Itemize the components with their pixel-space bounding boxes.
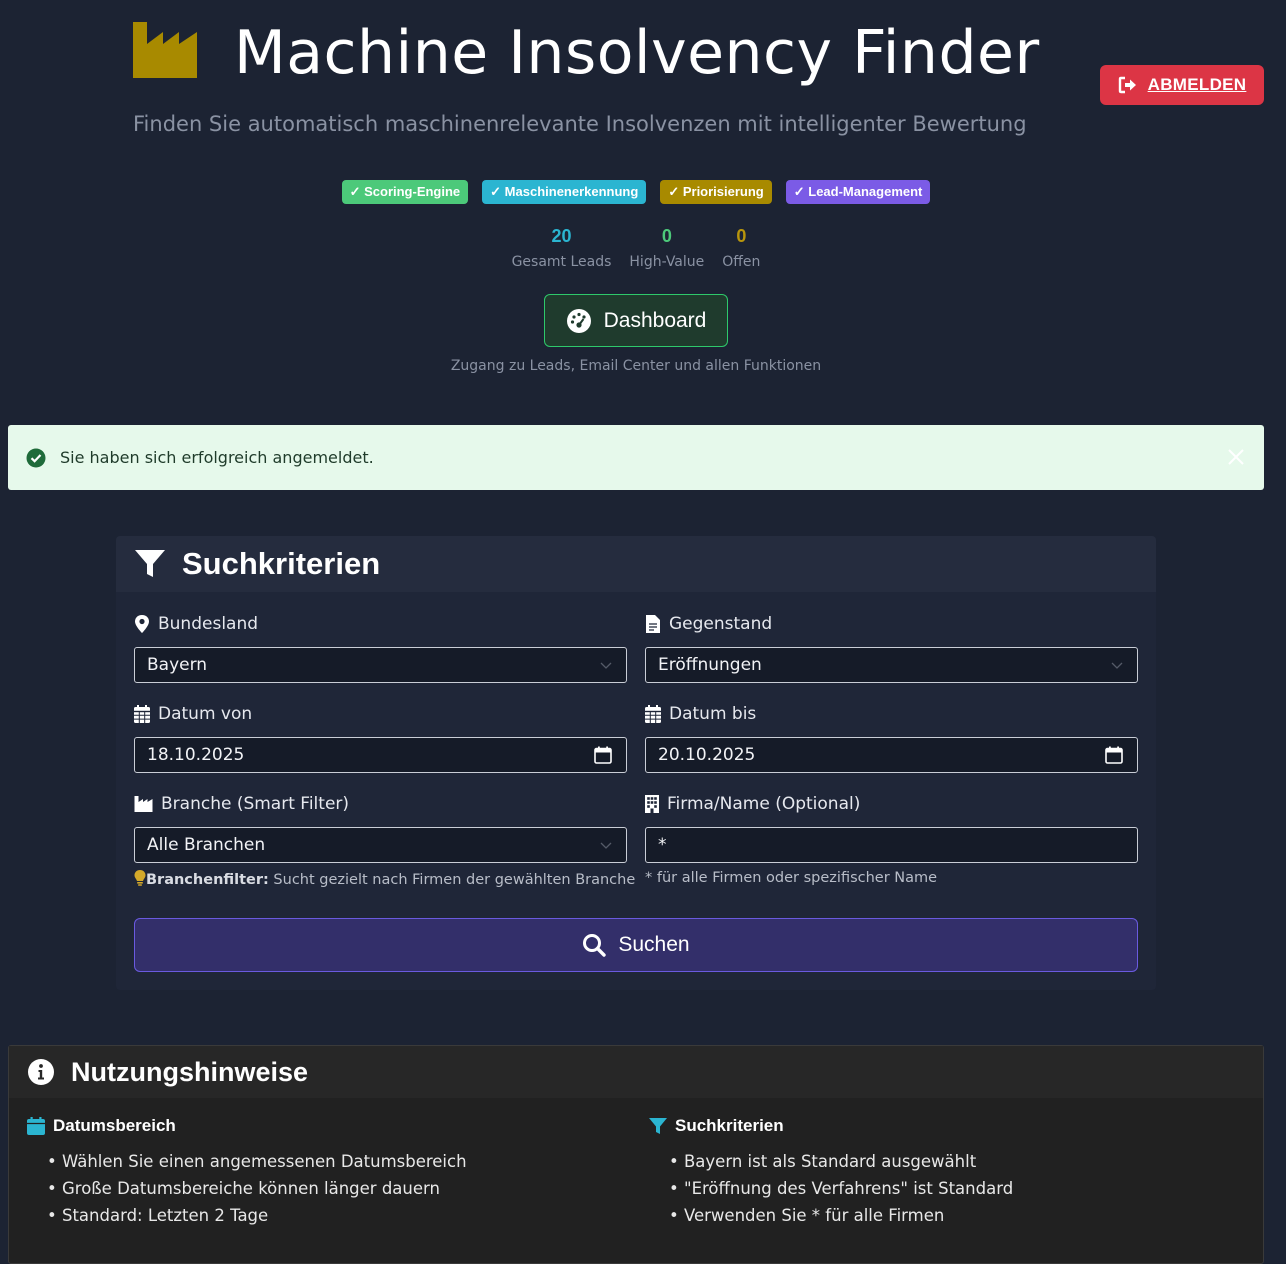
calendar-picker-icon[interactable] — [594, 746, 612, 764]
calendar-icon — [134, 705, 150, 723]
chevron-down-icon — [1111, 662, 1123, 669]
datum-von-input[interactable]: 18.10.2025 — [134, 737, 627, 773]
datum-bis-label: Datum bis — [645, 704, 756, 724]
bundesland-label-text: Bundesland — [158, 614, 259, 634]
branche-hint-bold: Branchenfilter: — [146, 872, 269, 888]
gegenstand-value: Eröffnungen — [658, 655, 762, 675]
feature-badges: ✓ Scoring-Engine ✓ Maschinenerkennung ✓ … — [0, 180, 1272, 204]
bundesland-label: Bundesland — [134, 614, 258, 634]
search-card-header: Suchkriterien — [116, 536, 1156, 592]
info-circle-icon — [28, 1059, 54, 1085]
firma-input[interactable]: * — [645, 827, 1138, 863]
chevron-down-icon — [600, 842, 612, 849]
file-icon — [646, 615, 660, 633]
building-icon — [645, 795, 659, 813]
filter-icon — [649, 1118, 667, 1134]
list-item: Wählen Sie einen angemessenen Datumsbere… — [47, 1148, 467, 1175]
gegenstand-label-text: Gegenstand — [669, 614, 773, 634]
stats-bar: 20 Gesamt Leads 0 High-Value 0 Offen — [0, 224, 1272, 270]
industry-icon — [133, 22, 197, 78]
dashboard-label: Dashboard — [603, 308, 707, 332]
map-marker-icon — [135, 615, 149, 633]
stat-high-value: 0 High-Value — [629, 224, 704, 270]
datum-von-label-text: Datum von — [158, 704, 253, 724]
usage-column-heading: Datumsbereich — [27, 1116, 467, 1136]
datum-von-label: Datum von — [134, 704, 252, 724]
page-title: Machine Insolvency Finder — [234, 18, 1040, 88]
usage-column-date: Datumsbereich Wählen Sie einen angemesse… — [27, 1116, 467, 1229]
branche-label: Branche (Smart Filter) — [134, 794, 349, 814]
bundesland-select[interactable]: Bayern — [134, 647, 627, 683]
list-item: Verwenden Sie * für alle Firmen — [669, 1202, 1013, 1229]
badge-scoring-engine: ✓ Scoring-Engine — [341, 180, 469, 204]
gegenstand-label: Gegenstand — [645, 614, 772, 634]
stat-open: 0 Offen — [722, 224, 760, 270]
branche-value: Alle Branchen — [147, 835, 266, 855]
page-subtitle: Finden Sie automatisch maschinenrelevant… — [133, 112, 1027, 136]
stat-value: 20 — [551, 226, 572, 246]
firma-hint: * für alle Firmen oder spezifischer Name — [645, 870, 938, 886]
list-item: Standard: Letzten 2 Tage — [47, 1202, 467, 1229]
firma-label-text: Firma/Name (Optional) — [667, 794, 861, 814]
gegenstand-select[interactable]: Eröffnungen — [645, 647, 1138, 683]
filter-icon — [135, 550, 165, 577]
branche-hint: Branchenfilter: Sucht gezielt nach Firme… — [134, 870, 635, 888]
stat-value: 0 — [661, 226, 672, 246]
search-card-title: Suchkriterien — [182, 546, 381, 581]
usage-column-criteria: Suchkriterien Bayern ist als Standard au… — [649, 1116, 1013, 1229]
bundesland-value: Bayern — [147, 655, 208, 675]
stat-value: 0 — [736, 226, 747, 246]
tachometer-icon — [566, 308, 591, 333]
usage-col2-list: Bayern ist als Standard ausgewählt "Eröf… — [669, 1148, 1013, 1229]
lightbulb-icon — [134, 870, 146, 886]
usage-card-title: Nutzungshinweise — [71, 1056, 309, 1087]
branche-label-text: Branche (Smart Filter) — [161, 794, 350, 814]
dashboard-subtext: Zugang zu Leads, Email Center und allen … — [450, 358, 822, 374]
badge-machine-detection: ✓ Maschinenerkennung — [482, 180, 647, 204]
search-button[interactable]: Suchen — [134, 918, 1138, 972]
dashboard-button[interactable]: Dashboard — [544, 294, 728, 347]
datum-von-value: 18.10.2025 — [147, 745, 245, 765]
logout-button[interactable]: ABMELDEN — [1100, 65, 1264, 105]
usage-col1-list: Wählen Sie einen angemessenen Datumsbere… — [47, 1148, 467, 1229]
calendar-icon — [27, 1117, 45, 1135]
search-icon — [583, 934, 607, 957]
chevron-down-icon — [600, 662, 612, 669]
sign-out-icon — [1118, 76, 1136, 94]
stat-label: High-Value — [629, 254, 705, 270]
calendar-picker-icon[interactable] — [1105, 746, 1123, 764]
datum-bis-label-text: Datum bis — [669, 704, 757, 724]
branche-hint-text: Sucht gezielt nach Firmen der gewählten … — [268, 872, 636, 888]
usage-card-header: Nutzungshinweise — [9, 1046, 1263, 1098]
stat-total-leads: 20 Gesamt Leads — [512, 224, 612, 270]
datum-bis-input[interactable]: 20.10.2025 — [645, 737, 1138, 773]
success-alert: Sie haben sich erfolgreich angemeldet. — [8, 425, 1264, 490]
firma-value: * — [658, 835, 667, 855]
usage-card: Nutzungshinweise Datumsbereich Wählen Si… — [8, 1045, 1264, 1264]
stat-label: Gesamt Leads — [511, 254, 612, 270]
search-button-label: Suchen — [618, 933, 690, 956]
list-item: Bayern ist als Standard ausgewählt — [669, 1148, 1013, 1175]
usage-column-heading: Suchkriterien — [649, 1116, 1013, 1136]
list-item: "Eröffnung des Verfahrens" ist Standard — [669, 1175, 1013, 1202]
check-circle-icon — [26, 448, 46, 467]
datum-bis-value: 20.10.2025 — [658, 745, 756, 765]
usage-col1-title: Datumsbereich — [53, 1116, 176, 1135]
usage-col2-title: Suchkriterien — [675, 1116, 784, 1135]
stat-label: Offen — [722, 254, 761, 270]
logout-label: ABMELDEN — [1147, 75, 1247, 94]
alert-message: Sie haben sich erfolgreich angemeldet. — [60, 448, 374, 467]
firma-label: Firma/Name (Optional) — [645, 794, 860, 814]
badge-prioritization: ✓ Priorisierung — [660, 180, 772, 204]
close-icon[interactable] — [1226, 447, 1246, 467]
list-item: Große Datumsbereiche können länger dauer… — [47, 1175, 467, 1202]
branche-select[interactable]: Alle Branchen — [134, 827, 627, 863]
badge-lead-management: ✓ Lead-Management — [785, 180, 931, 204]
calendar-icon — [645, 705, 661, 723]
industry-icon — [134, 796, 153, 812]
